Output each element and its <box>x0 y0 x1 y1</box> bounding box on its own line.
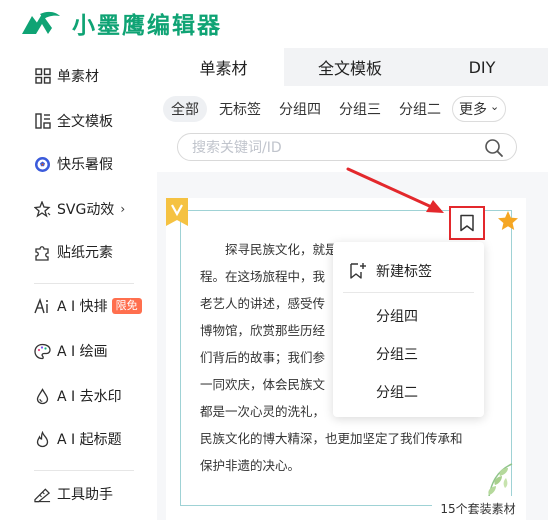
chip-group-three[interactable]: 分组三 <box>331 96 389 122</box>
sidebar-item-label: A I 快排 <box>57 299 108 315</box>
vip-ribbon-icon <box>166 198 188 226</box>
sidebar-item-label: 全文模板 <box>57 114 113 130</box>
sidebar-item-label: SVG动效 <box>57 202 115 218</box>
tab-diy[interactable]: DIY <box>416 48 548 86</box>
chip-group-two[interactable]: 分组二 <box>391 96 449 122</box>
sidebar-divider <box>34 470 134 471</box>
bookmark-plus-icon <box>350 263 366 279</box>
free-badge: 限免 <box>111 298 142 314</box>
dropdown-group-two[interactable]: 分组二 <box>333 373 484 411</box>
set-count-badge: 15个套装素材 <box>432 496 524 520</box>
sidebar-item-label: A I 去水印 <box>57 389 122 405</box>
sidebar-item-ai-title[interactable]: A I 起标题 <box>34 425 122 453</box>
dropdown-divider <box>343 292 474 293</box>
sidebar-item-ai-watermark[interactable]: A I 去水印 <box>34 382 122 410</box>
soccer-ball-icon <box>34 156 51 173</box>
sparkle-star-icon <box>34 200 51 218</box>
grid-icon <box>34 68 51 85</box>
favorite-star-icon[interactable] <box>496 209 520 233</box>
sidebar-item-svg-effects[interactable]: SVG动效 › <box>34 195 125 223</box>
dropdown-group-four[interactable]: 分组四 <box>333 297 484 335</box>
ruler-icon <box>34 486 51 503</box>
puzzle-icon <box>34 244 51 261</box>
tab-single-material[interactable]: 单素材 <box>163 48 284 86</box>
search-icon[interactable] <box>484 138 504 158</box>
article-line: 民族文化的博大精深，也更加坚定了我们传承和 <box>200 431 463 446</box>
new-tag-item[interactable]: 新建标签 <box>333 252 484 290</box>
sidebar-item-full-template[interactable]: 全文模板 <box>34 107 113 135</box>
sidebar-item-single-material[interactable]: 单素材 <box>34 62 99 90</box>
ai-icon <box>34 297 51 315</box>
main-tabs: 单素材 全文模板 DIY <box>163 48 548 86</box>
search-input[interactable] <box>192 138 472 158</box>
sidebar-item-label: 单素材 <box>57 69 99 85</box>
article-line: 保护非遗的决心。 <box>200 458 301 473</box>
tag-dropdown-menu: 新建标签 分组四 分组三 分组二 <box>333 242 484 417</box>
sidebar-item-label: A I 起标题 <box>57 432 122 448</box>
flame-icon <box>34 430 51 448</box>
sidebar-item-stickers[interactable]: 贴纸元素 <box>34 238 113 266</box>
app-header: 小墨鹰编辑器 <box>0 0 548 46</box>
sidebar: 单素材 全文模板 快乐暑假 SVG动效 › 贴纸元素 A I 快排 限免 A I… <box>0 46 152 520</box>
chevron-right-icon: › <box>120 202 126 216</box>
sidebar-item-label: A I 绘画 <box>57 344 108 360</box>
dropdown-group-three[interactable]: 分组三 <box>333 335 484 373</box>
tab-full-template[interactable]: 全文模板 <box>284 48 416 86</box>
sidebar-item-ai-layout[interactable]: A I 快排 限免 <box>34 292 142 320</box>
sidebar-item-ai-paint[interactable]: A I 绘画 <box>34 337 108 365</box>
chip-untagged[interactable]: 无标签 <box>211 96 269 122</box>
annotation-arrow-icon <box>346 167 444 213</box>
template-icon <box>34 113 51 130</box>
eagle-logo-icon[interactable] <box>18 8 62 38</box>
bookmark-button[interactable] <box>449 206 485 240</box>
chip-group-four[interactable]: 分组四 <box>271 96 329 122</box>
palette-icon <box>34 343 51 360</box>
filter-chips: 全部 无标签 分组四 分组三 分组二 更多 ⌄ <box>163 96 548 124</box>
chevron-down-icon: ⌄ <box>490 99 500 113</box>
search-box <box>177 133 517 161</box>
sidebar-item-label: 快乐暑假 <box>57 157 113 173</box>
sidebar-item-summer[interactable]: 快乐暑假 <box>34 150 113 178</box>
droplet-icon <box>34 387 51 405</box>
sidebar-item-label: 贴纸元素 <box>57 245 113 261</box>
chip-more[interactable]: 更多 ⌄ <box>452 96 507 122</box>
new-tag-label: 新建标签 <box>376 264 432 280</box>
chip-all[interactable]: 全部 <box>163 96 207 122</box>
bookmark-icon <box>460 214 474 232</box>
chip-more-label: 更多 <box>459 102 487 118</box>
sidebar-divider <box>34 283 134 284</box>
sidebar-item-tools[interactable]: 工具助手 <box>34 480 113 508</box>
brand-name[interactable]: 小墨鹰编辑器 <box>72 6 222 40</box>
sidebar-item-label: 工具助手 <box>57 487 113 503</box>
